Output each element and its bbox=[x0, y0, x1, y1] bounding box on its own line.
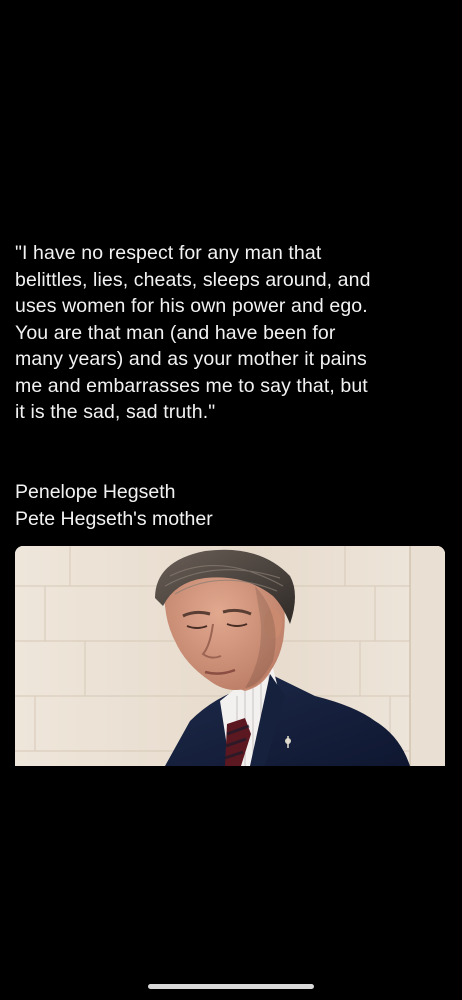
portrait-illustration bbox=[15, 546, 445, 766]
author-name: Penelope Hegseth bbox=[15, 481, 176, 503]
quote-text: "I have no respect for any man that beli… bbox=[15, 242, 371, 423]
home-indicator[interactable] bbox=[148, 984, 314, 989]
portrait-photo bbox=[15, 546, 445, 766]
attribution: Penelope Hegseth Pete Hegseth's mother bbox=[15, 479, 455, 532]
author-description: Pete Hegseth's mother bbox=[15, 507, 213, 530]
